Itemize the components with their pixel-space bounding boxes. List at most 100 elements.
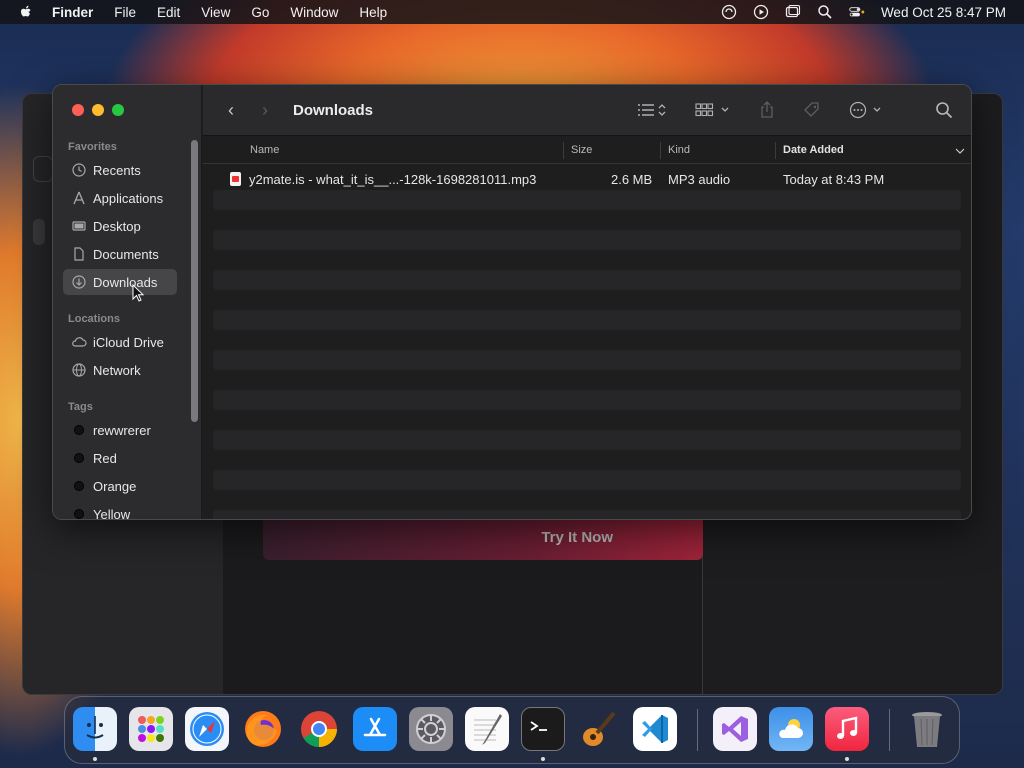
menu-app-name[interactable]: Finder — [52, 5, 93, 20]
dock-garageband[interactable] — [577, 707, 621, 751]
globe-icon — [71, 362, 87, 378]
menu-help[interactable]: Help — [359, 5, 387, 20]
view-options-button[interactable] — [637, 102, 667, 118]
back-icon[interactable]: ‹ — [223, 100, 239, 121]
running-indicator — [845, 757, 849, 761]
apple-icon[interactable] — [18, 4, 34, 20]
menu-edit[interactable]: Edit — [157, 5, 180, 20]
mp3-file-icon — [230, 172, 241, 186]
empty-row — [213, 390, 961, 410]
forward-icon[interactable]: › — [257, 100, 273, 121]
column-divider[interactable] — [660, 142, 661, 159]
dock-safari[interactable] — [185, 707, 229, 751]
empty-row — [213, 270, 961, 290]
empty-row — [213, 470, 961, 490]
column-header: Name Size Kind Date Added — [203, 137, 971, 164]
tags-heading: Tags — [68, 401, 93, 413]
sidebar-item-downloads[interactable]: Downloads — [63, 269, 177, 295]
menu-clock[interactable]: Wed Oct 25 8:47 PM — [881, 5, 1006, 20]
try-it-now-button[interactable]: Try It Now — [263, 514, 703, 560]
screen-share-icon[interactable] — [721, 4, 737, 20]
dock-app-store[interactable] — [353, 707, 397, 751]
file-name-cell: y2mate.is - what_it_is__...-128k-1698281… — [230, 172, 536, 187]
dock-firefox[interactable] — [241, 707, 285, 751]
column-kind[interactable]: Kind — [668, 144, 690, 156]
sidebar-item-network[interactable]: Network — [63, 357, 177, 383]
sidebar-item-icloud-drive[interactable]: iCloud Drive — [63, 329, 177, 355]
sidebar-tag-rewwrerer[interactable]: rewwrerer — [63, 417, 177, 443]
sidebar-item-recents[interactable]: Recents — [63, 157, 177, 183]
firefox-icon — [245, 711, 281, 747]
trash-icon — [912, 712, 942, 747]
share-button[interactable] — [759, 101, 775, 119]
chevron-down-icon[interactable] — [955, 147, 965, 155]
column-divider[interactable] — [563, 142, 564, 159]
file-size: 2.6 MB — [611, 172, 653, 187]
cloud-icon — [71, 334, 87, 350]
mouse-cursor-icon — [132, 284, 144, 302]
sidebar-scrollbar[interactable] — [191, 140, 198, 422]
dock-terminal[interactable] — [521, 707, 565, 751]
search-icon — [936, 102, 953, 119]
column-divider[interactable] — [775, 142, 776, 159]
empty-row — [213, 350, 961, 370]
sidebar-item-desktop[interactable]: Desktop — [63, 213, 177, 239]
dock-chrome[interactable] — [297, 707, 341, 751]
dock-weather[interactable] — [769, 707, 813, 751]
sidebar-tag-orange[interactable]: Orange — [63, 473, 177, 499]
column-date-added[interactable]: Date Added — [783, 144, 844, 156]
column-size[interactable]: Size — [571, 144, 592, 156]
window-icon[interactable] — [785, 4, 801, 20]
tag-icon — [804, 102, 819, 117]
minimize-button[interactable] — [92, 104, 104, 116]
menu-view[interactable]: View — [201, 5, 230, 20]
dock-visual-studio[interactable] — [713, 707, 757, 751]
weather-icon — [779, 719, 803, 738]
dock-trash[interactable] — [905, 707, 949, 751]
grid-view-icon — [695, 103, 729, 117]
sidebar-tag-yellow[interactable]: Yellow — [63, 501, 177, 520]
control-center-icon[interactable] — [849, 4, 865, 20]
dock-launchpad[interactable] — [129, 707, 173, 751]
play-icon[interactable] — [753, 4, 769, 20]
tag-button[interactable] — [803, 101, 821, 119]
empty-row — [213, 510, 961, 519]
menu-window[interactable]: Window — [290, 5, 338, 20]
sidebar-item-documents[interactable]: Documents — [63, 241, 177, 267]
list-view-icon — [638, 104, 666, 116]
try-it-now-label: Try It Now — [541, 528, 613, 546]
search-button[interactable] — [935, 101, 953, 119]
close-button[interactable] — [72, 104, 84, 116]
sidebar-item-label: Documents — [93, 246, 159, 262]
safari-icon — [190, 712, 224, 746]
window-controls — [72, 104, 124, 116]
menu-go[interactable]: Go — [251, 5, 269, 20]
vscode-icon — [642, 715, 668, 743]
sidebar-item-label: Applications — [93, 190, 164, 206]
dock-finder[interactable] — [73, 707, 117, 751]
menu-bar: Finder File Edit View Go Window Help Wed… — [0, 0, 1024, 24]
sidebar-tag-red[interactable]: Red — [63, 445, 177, 471]
tag-dot-icon — [74, 509, 84, 519]
app-store-icon — [363, 717, 387, 737]
dock-textedit[interactable] — [465, 707, 509, 751]
file-date-added: Today at 8:43 PM — [783, 172, 885, 187]
menu-file[interactable]: File — [114, 5, 136, 20]
dock-music[interactable] — [825, 707, 869, 751]
search-icon[interactable] — [817, 4, 833, 20]
zoom-button[interactable] — [112, 104, 124, 116]
gear-icon — [416, 714, 446, 744]
group-button[interactable] — [695, 102, 731, 118]
more-actions-button[interactable] — [849, 101, 883, 119]
sidebar-item-label: Yellow — [93, 506, 131, 520]
dock-vscode[interactable] — [633, 707, 677, 751]
dock-separator — [697, 709, 698, 751]
sidebar-item-applications[interactable]: Applications — [63, 185, 177, 211]
column-name[interactable]: Name — [250, 144, 279, 156]
dock-system-settings[interactable] — [409, 707, 453, 751]
empty-row — [213, 230, 961, 250]
sidebar-item-label: Red — [93, 450, 117, 466]
table-row[interactable]: y2mate.is - what_it_is__...-128k-1698281… — [213, 170, 961, 190]
sidebar-item-label: iCloud Drive — [93, 334, 164, 350]
sidebar-item-label: Network — [93, 362, 141, 378]
